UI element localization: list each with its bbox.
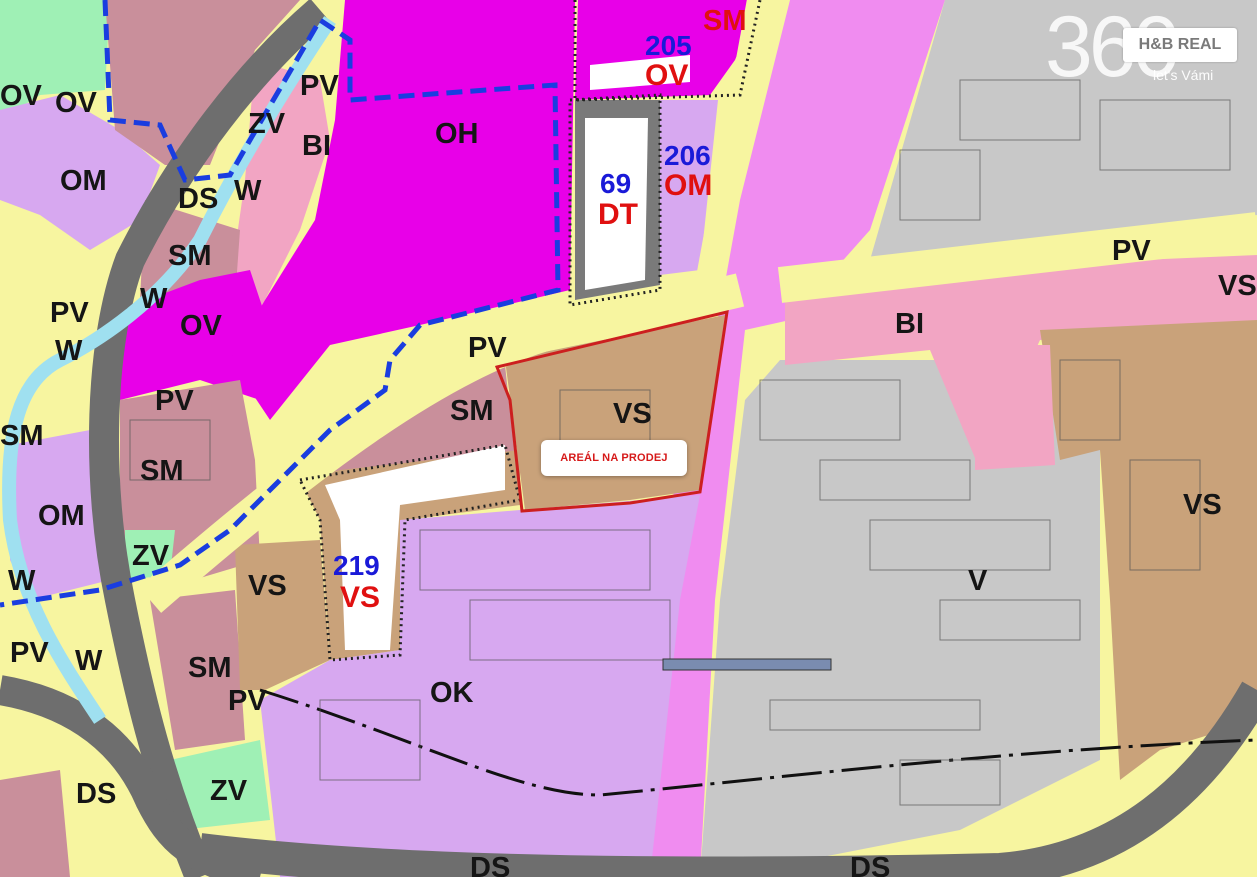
zone-label: W: [8, 565, 36, 597]
zone-label: DS: [470, 852, 510, 877]
zone-label: VS: [248, 570, 287, 602]
zone-label: SM: [168, 240, 212, 272]
dev-number: 69: [600, 168, 631, 199]
dev-code: VS: [340, 581, 380, 614]
zone-sm-corner: [0, 770, 70, 877]
zone-bi-east-2: [975, 345, 1055, 470]
dev-number: 206: [664, 140, 711, 171]
zone-label: PV: [228, 685, 267, 717]
zone-label: SM: [0, 420, 44, 452]
zone-label: OV: [55, 87, 98, 119]
zone-label: DS: [76, 778, 116, 810]
zone-label: W: [234, 175, 262, 207]
zone-label: W: [75, 645, 103, 677]
development-area-219: 219 VS: [333, 550, 380, 614]
brand-name: H&B REAL: [1138, 36, 1222, 53]
zone-label: ZV: [248, 108, 286, 140]
sale-area-callout[interactable]: AREÁL NA PRODEJ: [541, 440, 687, 476]
zone-label: BI: [895, 308, 924, 340]
map-scale-marker: [662, 658, 832, 671]
callout-text: AREÁL NA PRODEJ: [560, 452, 668, 464]
zoning-map[interactable]: OV OV OV OH OM OM OK SM SM SM SM SM SM B…: [0, 0, 1257, 877]
zone-label: DS: [178, 183, 218, 215]
zone-label: OM: [38, 500, 85, 532]
zone-label: OK: [430, 677, 474, 709]
zone-label: BI: [302, 130, 331, 162]
zone-label: SM: [703, 5, 747, 37]
zone-label: DS: [850, 852, 890, 877]
zone-label: OM: [60, 165, 107, 197]
zone-label: SM: [450, 395, 494, 427]
zone-label: ZV: [132, 540, 170, 572]
dev-code: OV: [645, 59, 688, 92]
dev-number: 205: [645, 30, 692, 61]
dev-code: OM: [664, 169, 712, 202]
zone-label: W: [140, 283, 168, 315]
zone-label: PV: [10, 637, 49, 669]
zone-label: PV: [1112, 235, 1151, 267]
zone-label: VS: [613, 398, 652, 430]
zone-label: SM: [188, 652, 232, 684]
zone-label: VS: [1218, 270, 1257, 302]
zone-label: PV: [50, 297, 89, 329]
brand-badge: H&B REAL: [1123, 28, 1237, 62]
zone-label: SM: [140, 455, 184, 487]
development-area-205: 205 OV: [645, 30, 692, 92]
zone-label: OV: [0, 80, 43, 112]
zone-label: PV: [468, 332, 507, 364]
zone-label: ZV: [210, 775, 248, 807]
brand-logo: 360 H&B REAL let's Vámi: [1045, 0, 1250, 95]
zone-label: VS: [1183, 489, 1222, 521]
development-area-206: 206 OM: [664, 140, 712, 202]
dev-code: DT: [598, 198, 638, 231]
brand-tagline: let's Vámi: [1153, 67, 1214, 83]
zone-label: OV: [180, 310, 223, 342]
dev-number: 219: [333, 550, 380, 581]
zone-label: V: [968, 565, 988, 597]
zone-label: OH: [435, 118, 479, 150]
zone-label: PV: [155, 385, 194, 417]
zone-label: W: [55, 335, 83, 367]
zone-label: PV: [300, 70, 339, 102]
